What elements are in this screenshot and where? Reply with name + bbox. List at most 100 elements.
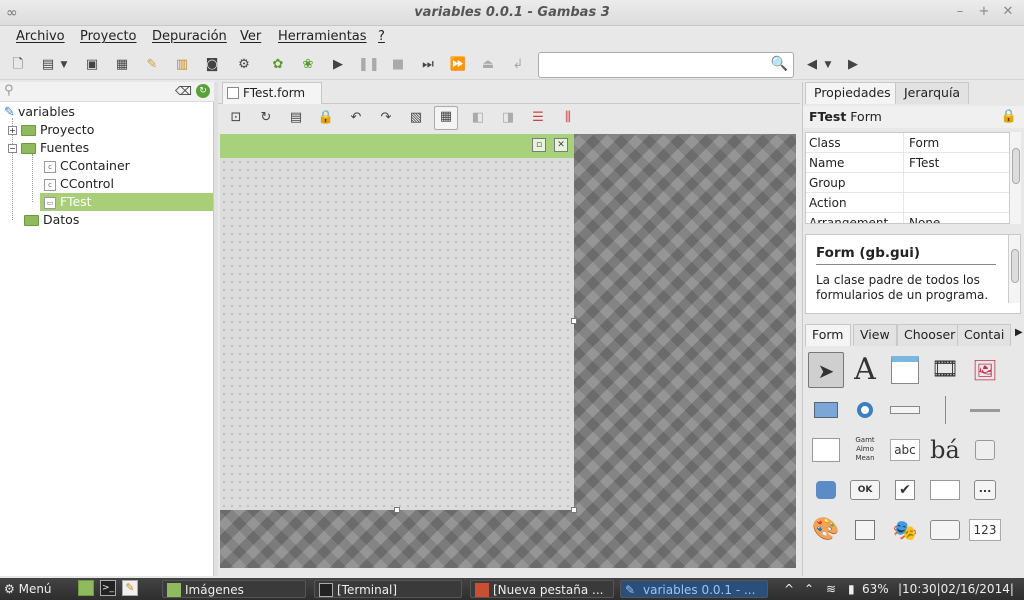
minimize-button[interactable]: –: [952, 4, 968, 20]
help-scroll-thumb[interactable]: [1011, 249, 1019, 283]
picture-tool[interactable]: 🖼: [967, 352, 1003, 388]
battery-icon[interactable]: ▮: [848, 580, 855, 598]
draw-area-tool[interactable]: [808, 472, 844, 508]
references-icon[interactable]: ▦: [112, 55, 132, 75]
show-grid-icon[interactable]: ▦: [434, 106, 458, 130]
button-blank-tool[interactable]: [967, 432, 1003, 468]
menu-ver[interactable]: Ver: [240, 29, 261, 44]
open-project-icon[interactable]: ▤: [38, 55, 58, 75]
stop-icon[interactable]: ■: [388, 55, 408, 75]
edit-icon[interactable]: ✎: [142, 55, 162, 75]
run-icon[interactable]: ▶: [328, 55, 348, 75]
tree-item-fuentes[interactable]: − Fuentes: [8, 139, 89, 157]
project-filter[interactable]: ⚲ ⌫ ↻: [0, 82, 214, 102]
separator-tool[interactable]: [927, 392, 963, 428]
spinbox-tool[interactable]: [808, 432, 844, 468]
tab-ftest-form[interactable]: FTest.form: [222, 82, 322, 104]
pause-icon[interactable]: ❚❚: [358, 55, 380, 75]
listbox-tool[interactable]: Gamt Almo Mean: [847, 432, 883, 468]
history-dropdown-icon[interactable]: ▼: [818, 55, 838, 75]
panel-splitter[interactable]: [214, 82, 218, 576]
richtext-tool[interactable]: bá: [927, 432, 963, 468]
search-field[interactable]: 🔍: [538, 52, 794, 78]
refresh-icon[interactable]: ↻: [256, 108, 276, 128]
maximize-button[interactable]: +: [976, 4, 992, 20]
value-box-tool[interactable]: 123: [967, 512, 1003, 548]
combobox-tool[interactable]: [927, 472, 963, 508]
form-maximize-icon[interactable]: ▫: [532, 138, 546, 152]
mask-box-tool[interactable]: 🎭: [887, 512, 923, 548]
lock-icon[interactable]: 🔒: [1001, 106, 1017, 128]
wifi-icon[interactable]: ≋: [826, 580, 836, 598]
send-back-icon[interactable]: ◨: [498, 108, 518, 128]
taskbar-terminal[interactable]: [Terminal]: [314, 580, 462, 598]
taskbar-imagenes[interactable]: Imágenes: [162, 580, 306, 598]
terminal-launcher-icon[interactable]: >_: [100, 580, 116, 596]
forward-icon[interactable]: ▶: [843, 55, 863, 75]
search-icon[interactable]: 🔍: [771, 56, 788, 72]
clear-filter-icon[interactable]: ⌫: [175, 84, 192, 98]
tab-jerarquia[interactable]: Jerarquía: [895, 82, 970, 104]
lock-icon[interactable]: 🔒: [316, 108, 336, 128]
start-menu-button[interactable]: ⚙ Menú: [4, 580, 64, 598]
tab-view[interactable]: View: [853, 324, 897, 346]
textbox-tool[interactable]: abc: [887, 432, 923, 468]
property-scroll-thumb[interactable]: [1012, 148, 1020, 184]
tree-item-ccontainer[interactable]: c CContainer: [44, 157, 130, 175]
date-box-tool[interactable]: [847, 512, 883, 548]
align-horizontal-icon[interactable]: ☰: [528, 108, 548, 128]
menu-herramientas[interactable]: Herramientas: [278, 29, 367, 44]
radio-tool[interactable]: [847, 392, 883, 428]
tray-arrow-icon[interactable]: ^: [784, 580, 794, 598]
resize-handle-corner[interactable]: [571, 507, 577, 513]
tab-propiedades[interactable]: Propiedades: [805, 82, 900, 104]
bring-front-icon[interactable]: ◧: [468, 108, 488, 128]
help-scrollbar[interactable]: [1008, 235, 1020, 303]
properties-icon[interactable]: ▤: [286, 108, 306, 128]
form-close-icon[interactable]: ✕: [554, 138, 568, 152]
align-vertical-icon[interactable]: ⫼: [558, 108, 578, 128]
gear-icon[interactable]: ⚙: [234, 55, 254, 75]
label-tool[interactable]: A: [847, 352, 883, 388]
align-grid-icon[interactable]: ▧: [406, 108, 426, 128]
expand-toggle-icon[interactable]: +: [8, 126, 17, 135]
resize-handle-right[interactable]: [571, 318, 577, 324]
compile-all-icon[interactable]: ❀: [298, 55, 318, 75]
open-dropdown-icon[interactable]: ▼: [58, 55, 70, 75]
property-scrollbar[interactable]: [1009, 132, 1021, 224]
property-row[interactable]: Group: [806, 173, 1010, 193]
filter-go-icon[interactable]: ↻: [196, 84, 210, 98]
step-over-icon[interactable]: ⏩: [448, 55, 468, 75]
slider-tool[interactable]: [967, 392, 1003, 428]
eject-icon[interactable]: ⏏: [478, 55, 498, 75]
button-tool[interactable]: OK: [847, 472, 883, 508]
new-project-icon[interactable]: 🗋: [8, 55, 28, 75]
tree-item-ccontrol[interactable]: c CControl: [44, 175, 114, 193]
editor-launcher-icon[interactable]: ✎: [122, 580, 138, 596]
menu-editor-icon[interactable]: ⊡: [226, 108, 246, 128]
tree-item-ftest[interactable]: ▭ FTest: [40, 193, 213, 211]
close-button[interactable]: ✕: [1000, 4, 1016, 20]
collapse-toggle-icon[interactable]: −: [8, 144, 17, 153]
form-titlebar[interactable]: ▫ ✕: [220, 134, 574, 158]
compile-icon[interactable]: ✿: [268, 55, 288, 75]
window-control-tool[interactable]: [887, 352, 923, 388]
form-ftest[interactable]: ▫ ✕: [220, 134, 574, 510]
menu-button-tool[interactable]: [927, 512, 963, 548]
screenshot-icon[interactable]: ◙: [202, 55, 222, 75]
tabs-scroll-icon[interactable]: ▶: [1015, 327, 1023, 338]
redo-icon[interactable]: ↷: [376, 108, 396, 128]
property-row[interactable]: Action: [806, 193, 1010, 213]
clock[interactable]: |10:30|02/16/2014|: [898, 580, 1014, 598]
checkbox-tool[interactable]: ✔: [887, 472, 923, 508]
editor-horizontal-scrollbar[interactable]: [218, 568, 800, 576]
color-button-tool[interactable]: 🎨: [808, 512, 844, 548]
menu-depuracion[interactable]: Depuración: [152, 29, 227, 44]
taskbar-gambas[interactable]: ✎ variables 0.0.1 - ...: [620, 580, 768, 598]
scrollbar-tool[interactable]: [887, 392, 923, 428]
tree-item-proyecto[interactable]: + Proyecto: [8, 121, 94, 139]
resize-handle-bottom[interactable]: [394, 507, 400, 513]
file-manager-launcher-icon[interactable]: [78, 580, 94, 596]
property-row[interactable]: Arrangement None: [806, 213, 1010, 223]
panel-tool[interactable]: [808, 392, 844, 428]
